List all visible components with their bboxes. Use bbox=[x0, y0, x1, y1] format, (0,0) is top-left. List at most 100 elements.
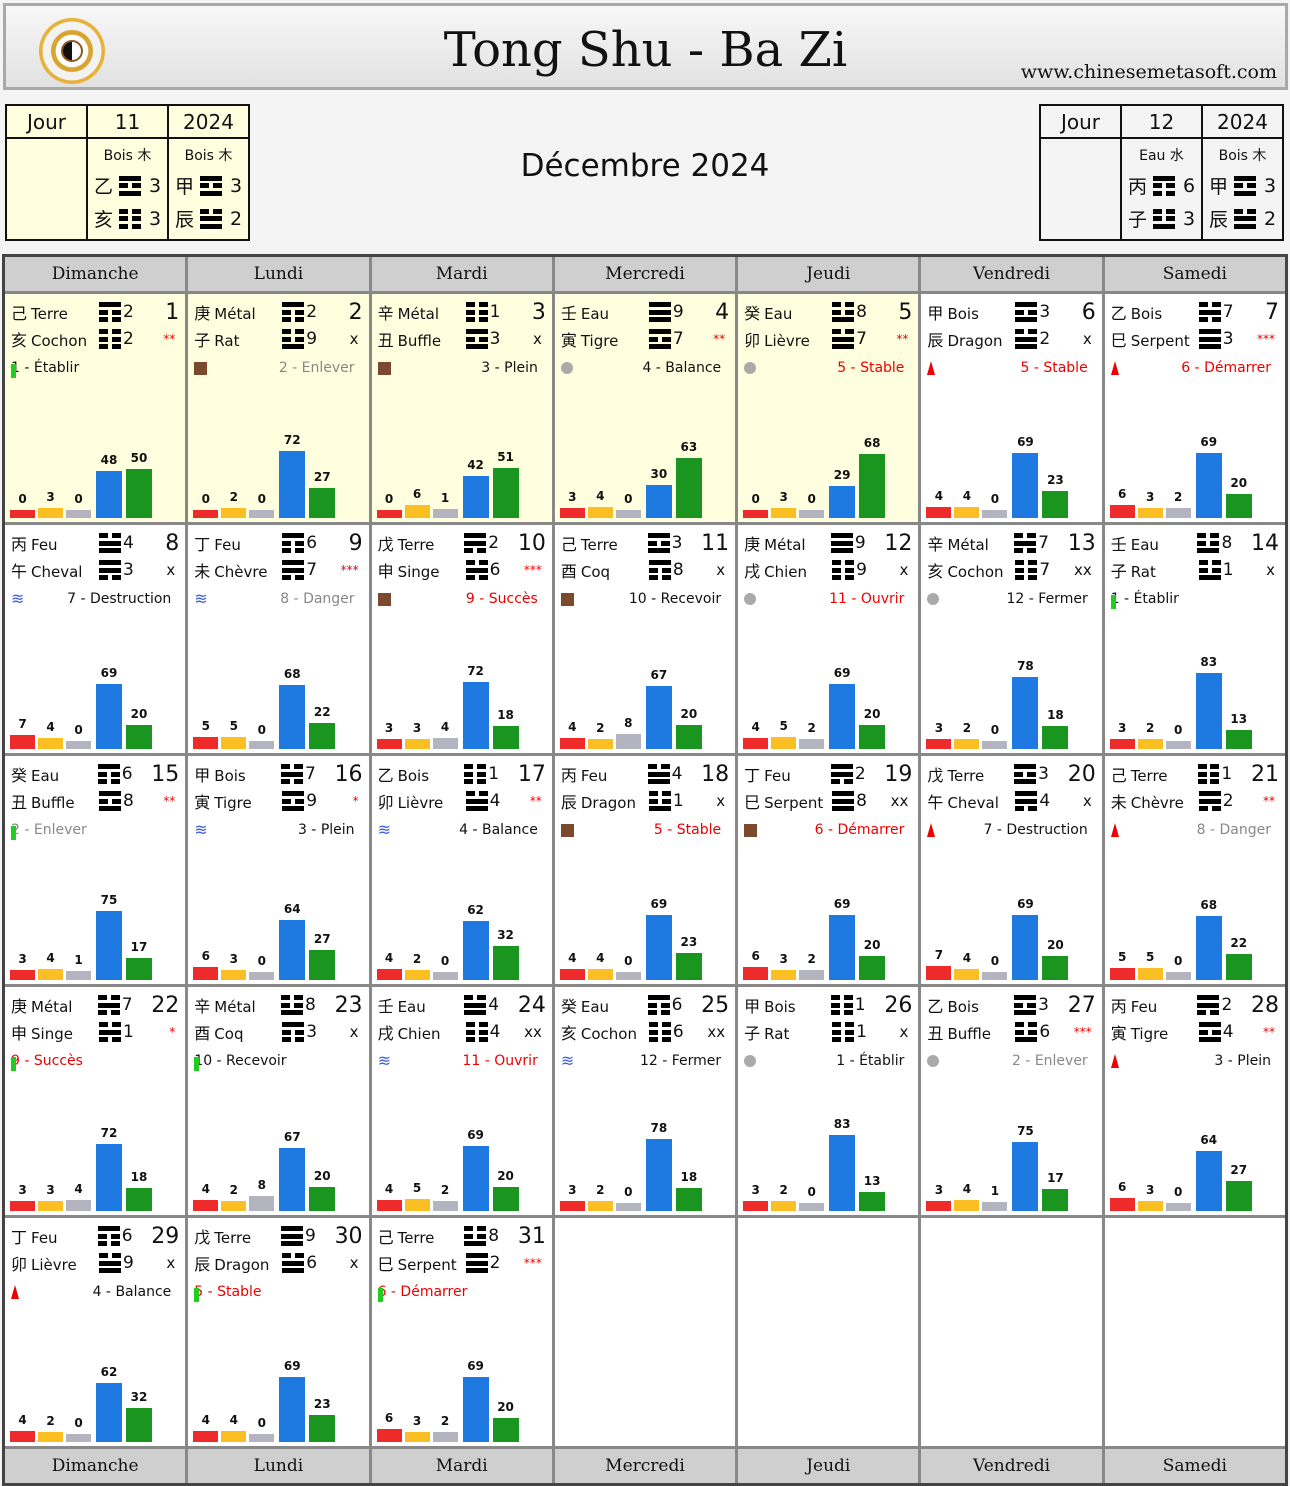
day-cell[interactable]: 丙 Feu 2 28 寅 Tigre 4 ** 3 - Plein 6 3 0 64 27 bbox=[1104, 987, 1285, 1215]
day-rating: x bbox=[166, 561, 176, 579]
heavenly-stem: 戊 Terre bbox=[378, 531, 465, 555]
pillar-header: 12 bbox=[1120, 104, 1203, 139]
officer-row: 2 - Enlever bbox=[194, 358, 355, 378]
branch-char: 辰 bbox=[927, 331, 944, 350]
bar-label: 0 bbox=[257, 1416, 266, 1430]
day-cell[interactable]: 丙 Feu 4 18 辰 Dragon 1 x 5 - Stable 4 4 0 69 23 bbox=[554, 756, 736, 984]
sq-icon bbox=[194, 361, 208, 375]
stem-char: 壬 bbox=[377, 997, 394, 1016]
branch-row: 丑 Buffle 3 x bbox=[378, 327, 546, 351]
day-bar-chart: 3 2 0 78 18 bbox=[926, 609, 1091, 749]
day-cell[interactable]: 壬 Eau 4 24 戌 Chien 4 xx ≋ 11 - Ouvrir 4 5 2 69 20 bbox=[371, 987, 552, 1215]
day-cell[interactable]: 己 Terre 8 31 巳 Serpent 2 *** 6 - Démarrer 6 3 2 69 20 bbox=[371, 1218, 552, 1446]
day-bar-chart: 3 2 0 78 18 bbox=[559, 1071, 725, 1211]
stem-row: 戊 Terre 3 20 bbox=[927, 762, 1095, 787]
bar-label: 20 bbox=[130, 706, 148, 721]
day-cell[interactable]: 丙 Feu 4 8 午 Cheval 3 x ≋ 7 - Destruction 7 4 0 69 20 bbox=[5, 525, 186, 753]
day-number: 9 bbox=[348, 530, 363, 556]
bar-blue bbox=[645, 686, 672, 749]
day-cell[interactable]: 庚 Métal 9 12 戌 Chien 9 x 11 - Ouvrir 4 5 2 69 20 bbox=[738, 525, 919, 753]
day-cell[interactable]: 甲 Bois 7 16 寅 Tigre 9 * ≋ 3 - Plein 6 3 0 64 27 bbox=[188, 756, 369, 984]
day-cell[interactable]: 甲 Bois 3 6 辰 Dragon 2 x 5 - Stable 4 4 0 69 23 bbox=[921, 294, 1102, 522]
day-number: 11 bbox=[701, 530, 730, 556]
bar-gray bbox=[66, 971, 91, 980]
branch-animal: Tigre bbox=[1130, 1025, 1169, 1043]
weekday-header: Samedi bbox=[1104, 257, 1285, 291]
day-cell[interactable]: 乙 Bois 1 17 卯 Lièvre 4 ** ≋ 4 - Balance 4 2 0 62 32 bbox=[371, 756, 552, 984]
bar-label: 69 bbox=[833, 897, 851, 912]
day-cell[interactable]: 丁 Feu 6 29 卯 Lièvre 9 x 4 - Balance 4 2 0 62 32 bbox=[5, 1218, 186, 1446]
day-cell[interactable]: 乙 Bois 3 27 丑 Buffle 6 *** 2 - Enlever 3 4 1 75 17 bbox=[921, 987, 1102, 1215]
app-header: Tong Shu - Ba Zi www.chinesemetasoft.com bbox=[3, 3, 1288, 90]
website-link[interactable]: www.chinesemetasoft.com bbox=[1021, 61, 1277, 83]
bar-red bbox=[376, 1199, 402, 1211]
earthly-branch: 寅 Tigre bbox=[561, 327, 649, 351]
day-officer: 10 - Recevoir bbox=[194, 1053, 287, 1069]
day-cell[interactable]: 辛 Métal 1 3 丑 Buffle 3 x 3 - Plein 0 6 1 42 51 bbox=[371, 294, 552, 522]
bar-gray bbox=[432, 1432, 458, 1442]
bar-blue bbox=[645, 1139, 672, 1211]
day-cell[interactable]: 丁 Feu 6 9 未 Chèvre 7 *** ≋ 8 - Danger 5 5 0 68 22 bbox=[188, 525, 369, 753]
bar-blue bbox=[96, 1383, 122, 1442]
stem-number: 4 bbox=[671, 764, 683, 784]
weekday-header: Samedi bbox=[1104, 1449, 1285, 1483]
branch-number: 4 bbox=[489, 1022, 501, 1042]
stem-row: 甲 Bois 1 26 bbox=[744, 993, 912, 1018]
day-cell[interactable]: 癸 Eau 8 5 卯 Lièvre 7 ** 5 - Stable 0 3 0 29 68 bbox=[738, 294, 919, 522]
day-number: 30 bbox=[334, 1223, 363, 1249]
stem-char: 乙 bbox=[377, 766, 394, 785]
day-cell[interactable]: 庚 Métal 7 22 申 Singe 1 * 9 - Succès 3 3 4 72 18 bbox=[5, 987, 186, 1215]
day-cell[interactable]: 戊 Terre 2 10 申 Singe 6 *** 9 - Succès 3 3 4 72 18 bbox=[371, 525, 552, 753]
day-cell[interactable]: 戊 Terre 9 30 辰 Dragon 6 x 5 - Stable 4 4 0 69 23 bbox=[188, 1218, 369, 1446]
bar-blue bbox=[1012, 1141, 1039, 1211]
day-cell[interactable]: 壬 Eau 8 14 子 Rat 1 x 1 - Établir 3 2 0 83 13 bbox=[1104, 525, 1285, 753]
bar-green bbox=[126, 469, 152, 518]
day-cell[interactable]: 癸 Eau 6 15 丑 Buffle 8 ** 2 - Enlever 3 4 1 75 17 bbox=[5, 756, 186, 984]
branch-animal: Dragon bbox=[947, 332, 1003, 350]
day-cell[interactable]: 壬 Eau 9 4 寅 Tigre 7 ** 4 - Balance 3 4 0 30 63 bbox=[554, 294, 736, 522]
heavenly-stem: 庚 Métal bbox=[194, 300, 282, 324]
pillar-branch-num: 2 bbox=[1263, 207, 1277, 230]
day-cell[interactable]: 丁 Feu 2 19 巳 Serpent 8 xx 6 - Démarrer 6 3 2 69 20 bbox=[738, 756, 919, 984]
bar-label: 0 bbox=[1174, 954, 1183, 968]
trigram-icon bbox=[647, 764, 670, 784]
branch-number: 4 bbox=[1039, 791, 1051, 811]
day-number: 5 bbox=[898, 299, 913, 325]
day-rating: ** bbox=[713, 332, 726, 346]
branch-char: 未 bbox=[1110, 793, 1127, 812]
day-officer: 9 - Succès bbox=[11, 1053, 83, 1069]
bar-yellow bbox=[587, 506, 613, 518]
day-cell[interactable]: 己 Terre 2 1 亥 Cochon 2 ** 1 - Établir 0 3 0 48 50 bbox=[5, 294, 186, 522]
day-cell[interactable]: 辛 Métal 8 23 酉 Coq 3 x 10 - Recevoir 4 2 8 67 20 bbox=[188, 987, 369, 1215]
day-cell[interactable]: 甲 Bois 1 26 子 Rat 1 x 1 - Établir 3 2 0 83 13 bbox=[738, 987, 919, 1215]
officer-row: 2 - Enlever bbox=[927, 1051, 1088, 1071]
stem-element: Feu bbox=[580, 767, 608, 785]
day-officer: 4 - Balance bbox=[459, 822, 538, 838]
earthly-branch: 丑 Buffle bbox=[11, 789, 99, 813]
bar-label: 63 bbox=[680, 440, 698, 455]
day-cell[interactable]: 己 Terre 1 21 未 Chèvre 2 ** 8 - Danger 5 5 0 68 22 bbox=[1104, 756, 1285, 984]
trigram-icon bbox=[1015, 329, 1038, 349]
branch-row: 子 Rat 1 x bbox=[1111, 558, 1279, 582]
stem-element: Feu bbox=[214, 536, 241, 554]
stem-row: 丁 Feu 6 9 bbox=[194, 530, 363, 556]
day-cell[interactable]: 庚 Métal 2 2 子 Rat 9 x 2 - Enlever 0 2 0 72 27 bbox=[188, 294, 369, 522]
day-cell[interactable]: 己 Terre 3 11 酉 Coq 8 x 10 - Recevoir 4 2 8 67 20 bbox=[554, 525, 736, 753]
day-cell[interactable]: 戊 Terre 3 20 午 Cheval 4 x 7 - Destruction 7 4 0 69 20 bbox=[921, 756, 1102, 984]
day-rating: *** bbox=[340, 563, 359, 577]
day-cell[interactable]: 癸 Eau 6 25 亥 Cochon 6 xx ≋ 12 - Fermer 3 2 0 78 18 bbox=[554, 987, 736, 1215]
bar-blue bbox=[1012, 453, 1039, 518]
bar-label: 4 bbox=[962, 950, 972, 965]
branch-animal: Cochon bbox=[947, 563, 1004, 581]
day-rating: ** bbox=[163, 794, 176, 808]
day-cell[interactable]: 乙 Bois 7 7 巳 Serpent 3 *** 6 - Démarrer 6 3 2 69 20 bbox=[1104, 294, 1285, 522]
day-officer: 2 - Enlever bbox=[1011, 1053, 1088, 1069]
day-bar-chart: 4 2 0 62 32 bbox=[376, 840, 542, 980]
stem-number: 3 bbox=[1038, 995, 1049, 1015]
pillar-branch-row: 亥3 bbox=[88, 202, 167, 235]
bar-green bbox=[1042, 955, 1069, 980]
day-officer: 5 - Stable bbox=[837, 360, 905, 376]
branch-animal: Singe bbox=[397, 563, 440, 581]
day-cell[interactable]: 辛 Métal 7 13 亥 Cochon 7 xx 12 - Fermer 3 2 0 78 18 bbox=[921, 525, 1102, 753]
branch-number: 1 bbox=[856, 1022, 867, 1042]
